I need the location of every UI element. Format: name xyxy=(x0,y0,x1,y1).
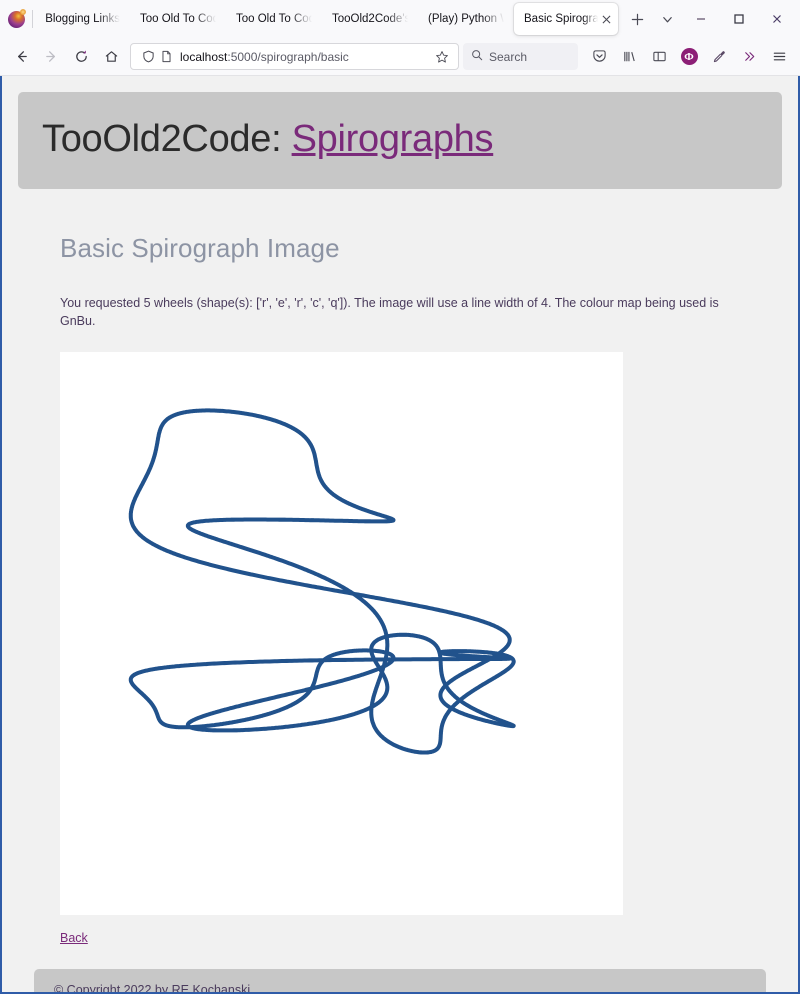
back-arrow-icon[interactable] xyxy=(6,43,36,71)
url-host: localhost xyxy=(180,49,228,64)
section-heading: Basic Spirograph Image xyxy=(60,233,340,263)
shield-icon xyxy=(139,50,157,63)
library-icon[interactable] xyxy=(614,43,644,71)
site-title-prefix: TooOld2Code: xyxy=(42,118,292,160)
tab-strip: Blogging Links Too Old To Code Too Old T… xyxy=(0,0,800,38)
pocket-icon[interactable] xyxy=(584,43,614,71)
toolbar-icon-group: Ф xyxy=(584,43,794,71)
tab-label: TooOld2Code's xyxy=(332,13,408,25)
page-title: TooOld2Code: Spirographs xyxy=(42,118,758,161)
account-badge-glyph: Ф xyxy=(680,48,698,65)
home-icon[interactable] xyxy=(96,43,126,71)
eyedropper-icon[interactable] xyxy=(704,43,734,71)
spirographs-link[interactable]: Spirographs xyxy=(292,118,494,160)
spirograph-image xyxy=(60,352,623,916)
tab-play-python[interactable]: (Play) Python W xyxy=(418,3,514,35)
page-body: TooOld2Code: Spirographs Basic Spirograp… xyxy=(2,76,798,992)
chevron-down-icon[interactable] xyxy=(652,4,682,34)
tab-tooold2codes[interactable]: TooOld2Code's xyxy=(322,3,418,35)
tab-actions xyxy=(622,0,682,38)
close-icon[interactable] xyxy=(598,11,614,27)
tab-label: Blogging Links xyxy=(45,13,120,25)
tab-label: Basic Spirograph xyxy=(524,13,598,25)
site-header-jumbotron: TooOld2Code: Spirographs xyxy=(18,92,782,189)
request-description: You requested 5 wheels (shape(s): ['r', … xyxy=(60,296,719,329)
tab-label: Too Old To Code xyxy=(236,13,312,25)
search-placeholder: Search xyxy=(489,49,528,64)
forward-arrow-icon[interactable] xyxy=(36,43,66,71)
close-window-icon[interactable] xyxy=(758,4,796,34)
maximize-icon[interactable] xyxy=(720,4,758,34)
tab-too-old-to-code-1[interactable]: Too Old To Code xyxy=(130,3,226,35)
reload-icon[interactable] xyxy=(66,43,96,71)
tab-basic-spirograph[interactable]: Basic Spirograph xyxy=(514,3,618,35)
tab-blogging-links[interactable]: Blogging Links xyxy=(35,3,130,35)
copyright-text: © Copyright 2022 by RE Kochanski. xyxy=(54,983,254,994)
main-content: Basic Spirograph Image You requested 5 w… xyxy=(18,233,782,947)
hamburger-menu-icon[interactable] xyxy=(764,43,794,71)
url-bar[interactable]: localhost:5000/spirograph/basic xyxy=(130,43,459,70)
firefox-logo xyxy=(0,0,32,38)
new-tab-button[interactable] xyxy=(622,4,652,34)
tab-too-old-to-code-2[interactable]: Too Old To Code xyxy=(226,3,322,35)
overflow-chevrons-icon[interactable] xyxy=(734,43,764,71)
tab-label: Too Old To Code xyxy=(140,13,216,25)
tab-list: Blogging Links Too Old To Code Too Old T… xyxy=(35,0,618,38)
tab-label: (Play) Python W xyxy=(428,13,504,25)
minimize-icon[interactable] xyxy=(682,4,720,34)
navigation-toolbar: localhost:5000/spirograph/basic Search Ф xyxy=(0,38,800,76)
spirograph-svg xyxy=(60,352,623,916)
sidebar-icon[interactable] xyxy=(644,43,674,71)
page-viewport: TooOld2Code: Spirographs Basic Spirograp… xyxy=(0,76,800,994)
tab-strip-divider xyxy=(32,10,34,28)
url-text: localhost:5000/spirograph/basic xyxy=(175,50,432,64)
search-icon xyxy=(471,48,483,66)
window-controls xyxy=(682,0,796,38)
browser-window: Blogging Links Too Old To Code Too Old T… xyxy=(0,0,800,994)
star-icon[interactable] xyxy=(432,50,452,64)
page-icon xyxy=(157,50,175,63)
site-footer: © Copyright 2022 by RE Kochanski. xyxy=(34,969,766,994)
account-badge-icon[interactable]: Ф xyxy=(674,43,704,71)
search-input[interactable]: Search xyxy=(463,43,578,70)
url-path: :5000/spirograph/basic xyxy=(227,49,349,64)
back-link[interactable]: Back xyxy=(60,931,88,945)
